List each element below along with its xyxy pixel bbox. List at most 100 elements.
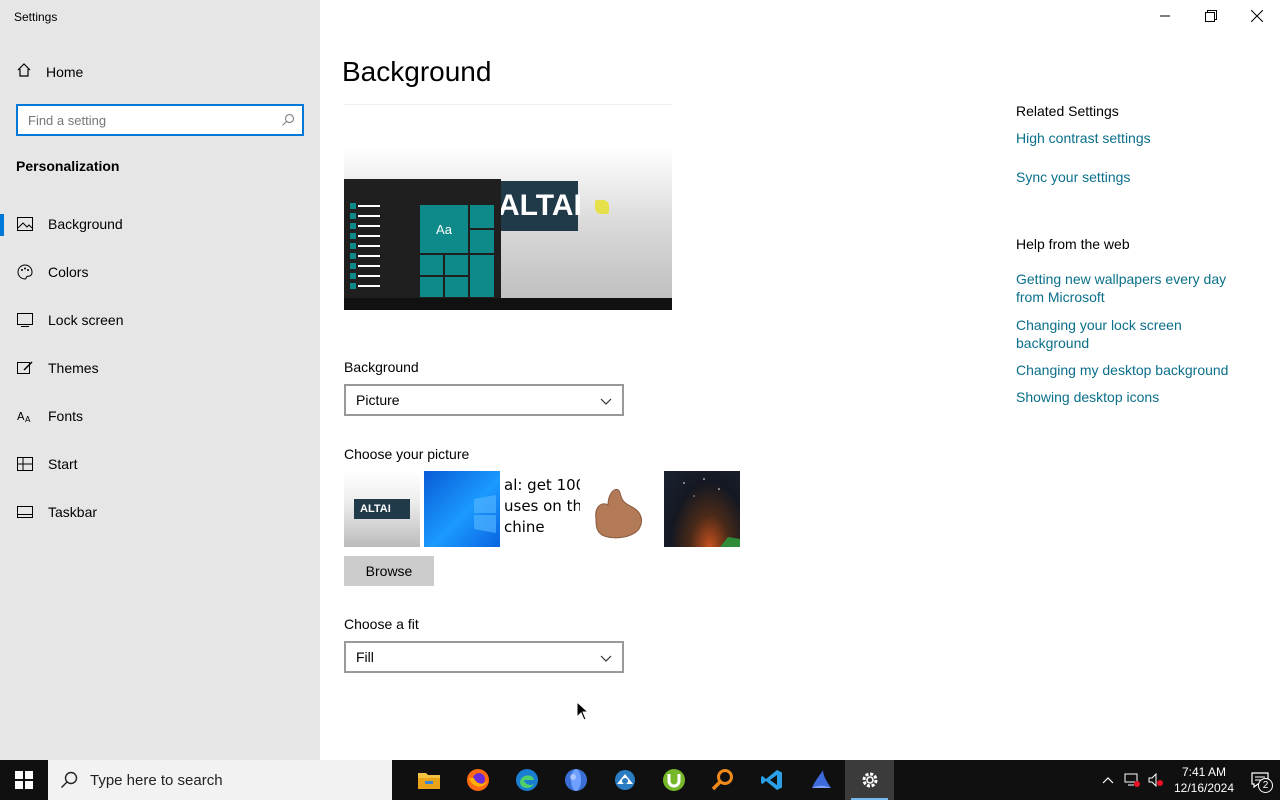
file-explorer-icon	[417, 773, 440, 789]
show-hidden-icons-button[interactable]	[1096, 760, 1120, 800]
taskbar-icon	[16, 503, 34, 521]
taskbar-app-globe[interactable]	[551, 760, 600, 800]
taskbar-apps	[404, 760, 894, 800]
choose-fit-dropdown[interactable]: Fill	[344, 641, 624, 673]
picture-thumbnail-night-sky[interactable]	[664, 471, 740, 547]
link-high-contrast[interactable]: High contrast settings	[1016, 129, 1256, 147]
clock-time: 7:41 AM	[1181, 765, 1227, 779]
start-tiles-icon	[16, 455, 34, 473]
volume-muted-icon	[1148, 773, 1163, 787]
sidebar-item-colors[interactable]: Colors	[0, 248, 320, 296]
app-title: Settings	[14, 10, 58, 24]
section-title: Personalization	[16, 158, 120, 174]
browse-button[interactable]: Browse	[344, 556, 434, 586]
sidebar-item-label: Themes	[48, 360, 99, 376]
choose-picture-label: Choose your picture	[344, 446, 470, 462]
palette-icon	[16, 263, 34, 281]
volume-button[interactable]	[1144, 760, 1168, 800]
related-settings-heading: Related Settings	[1016, 103, 1119, 119]
globe-icon	[564, 769, 587, 791]
sidebar-item-themes[interactable]: Themes	[0, 344, 320, 392]
search-input[interactable]	[18, 106, 274, 134]
taskbar-app-search-tool[interactable]	[698, 760, 747, 800]
link-sync-settings[interactable]: Sync your settings	[1016, 168, 1256, 186]
background-type-dropdown[interactable]: Picture	[344, 384, 624, 416]
taskbar-search[interactable]: Type here to search	[48, 760, 392, 800]
link-new-wallpapers[interactable]: Getting new wallpapers every day from Mi…	[1016, 270, 1256, 306]
chevron-up-icon	[1102, 777, 1114, 784]
sidebar-item-start[interactable]: Start	[0, 440, 320, 488]
fit-value: Fill	[356, 649, 374, 665]
link-desktop-background[interactable]: Changing my desktop background	[1016, 361, 1256, 379]
taskbar-app-settings[interactable]	[845, 760, 894, 800]
sidebar-item-label: Lock screen	[48, 312, 124, 328]
home-nav-item[interactable]: Home	[16, 62, 83, 81]
sidebar-item-lock-screen[interactable]: Lock screen	[0, 296, 320, 344]
vscode-icon	[760, 770, 782, 790]
background-type-value: Picture	[356, 392, 400, 408]
minimize-icon	[1160, 15, 1170, 17]
taskbar-search-placeholder: Type here to search	[90, 771, 223, 789]
picture-thumbnail-text[interactable]: al: get 100 uses on th chine	[504, 471, 580, 547]
sidebar-item-fonts[interactable]: AA Fonts	[0, 392, 320, 440]
picture-thumbnails: ALTAI al: get 100 uses on th chine	[344, 471, 740, 547]
taskbar-app-network[interactable]	[600, 760, 649, 800]
sidebar-item-taskbar[interactable]: Taskbar	[0, 488, 320, 536]
network-status-button[interactable]	[1120, 760, 1144, 800]
help-from-web: Help from the web Getting new wallpapers…	[1016, 236, 1256, 406]
sidebar-item-label: Fonts	[48, 408, 84, 424]
close-button[interactable]	[1234, 0, 1280, 32]
close-icon	[1251, 10, 1263, 22]
edge-icon	[515, 769, 538, 791]
related-settings: Related Settings High contrast settings …	[1016, 103, 1256, 186]
sidebar-item-label: Start	[48, 456, 78, 472]
search-icon	[61, 771, 78, 788]
clock-date: 12/16/2024	[1173, 781, 1235, 795]
thumbnail-text-line: al: get 100	[504, 476, 580, 494]
taskbar-app-vscode[interactable]	[747, 760, 796, 800]
windows-taskbar: Type here to search 7:41 AM 12/16/2024 2	[0, 760, 1280, 800]
brush-icon	[16, 359, 34, 377]
picture-thumbnail-altai[interactable]: ALTAI	[344, 471, 420, 547]
restore-button[interactable]	[1188, 0, 1234, 32]
find-setting-search[interactable]	[16, 104, 304, 136]
network-disconnected-icon	[1124, 773, 1140, 787]
chevron-down-icon	[600, 651, 612, 667]
background-preview: ALTAI Aa	[344, 104, 672, 310]
font-icon: AA	[16, 407, 34, 425]
window-controls	[1142, 0, 1280, 32]
sidebar-item-label: Background	[48, 216, 123, 232]
taskbar-app-shark[interactable]	[796, 760, 845, 800]
preview-taskbar	[344, 298, 672, 310]
picture-icon	[16, 215, 34, 233]
mouse-cursor-icon	[576, 701, 588, 721]
thumbnail-text-line: uses on th	[504, 497, 580, 515]
windows-logo-icon	[474, 495, 496, 533]
link-desktop-icons[interactable]: Showing desktop icons	[1016, 388, 1256, 406]
search-icon	[274, 113, 302, 127]
taskbar-app-edge[interactable]	[502, 760, 551, 800]
picture-thumbnail-windows[interactable]	[424, 471, 500, 547]
hand-image-icon	[595, 489, 643, 539]
sidebar-item-background[interactable]: Background	[0, 200, 320, 248]
personalization-nav: Background Colors Lock screen Themes AA …	[0, 200, 320, 536]
home-icon	[16, 62, 32, 81]
taskbar-app-firefox[interactable]	[453, 760, 502, 800]
action-center-button[interactable]: 2	[1240, 760, 1280, 800]
link-lock-screen-background[interactable]: Changing your lock screen background	[1016, 316, 1256, 352]
chevron-down-icon	[600, 394, 612, 410]
start-button[interactable]	[0, 760, 48, 800]
taskbar-app-utorrent[interactable]	[649, 760, 698, 800]
picture-thumbnail-hand[interactable]	[584, 471, 660, 547]
taskbar-clock[interactable]: 7:41 AM 12/16/2024	[1168, 764, 1240, 796]
utorrent-icon	[662, 769, 685, 791]
svg-text:A: A	[25, 415, 31, 424]
night-sky-icon	[683, 478, 740, 547]
help-heading: Help from the web	[1016, 236, 1130, 252]
firefox-icon	[466, 769, 489, 791]
minimize-button[interactable]	[1142, 0, 1188, 32]
preview-app-list	[350, 203, 380, 295]
preview-tiles: Aa	[420, 205, 494, 297]
settings-sidebar: Settings Home Personalization Background…	[0, 0, 320, 760]
taskbar-app-file-explorer[interactable]	[404, 760, 453, 800]
